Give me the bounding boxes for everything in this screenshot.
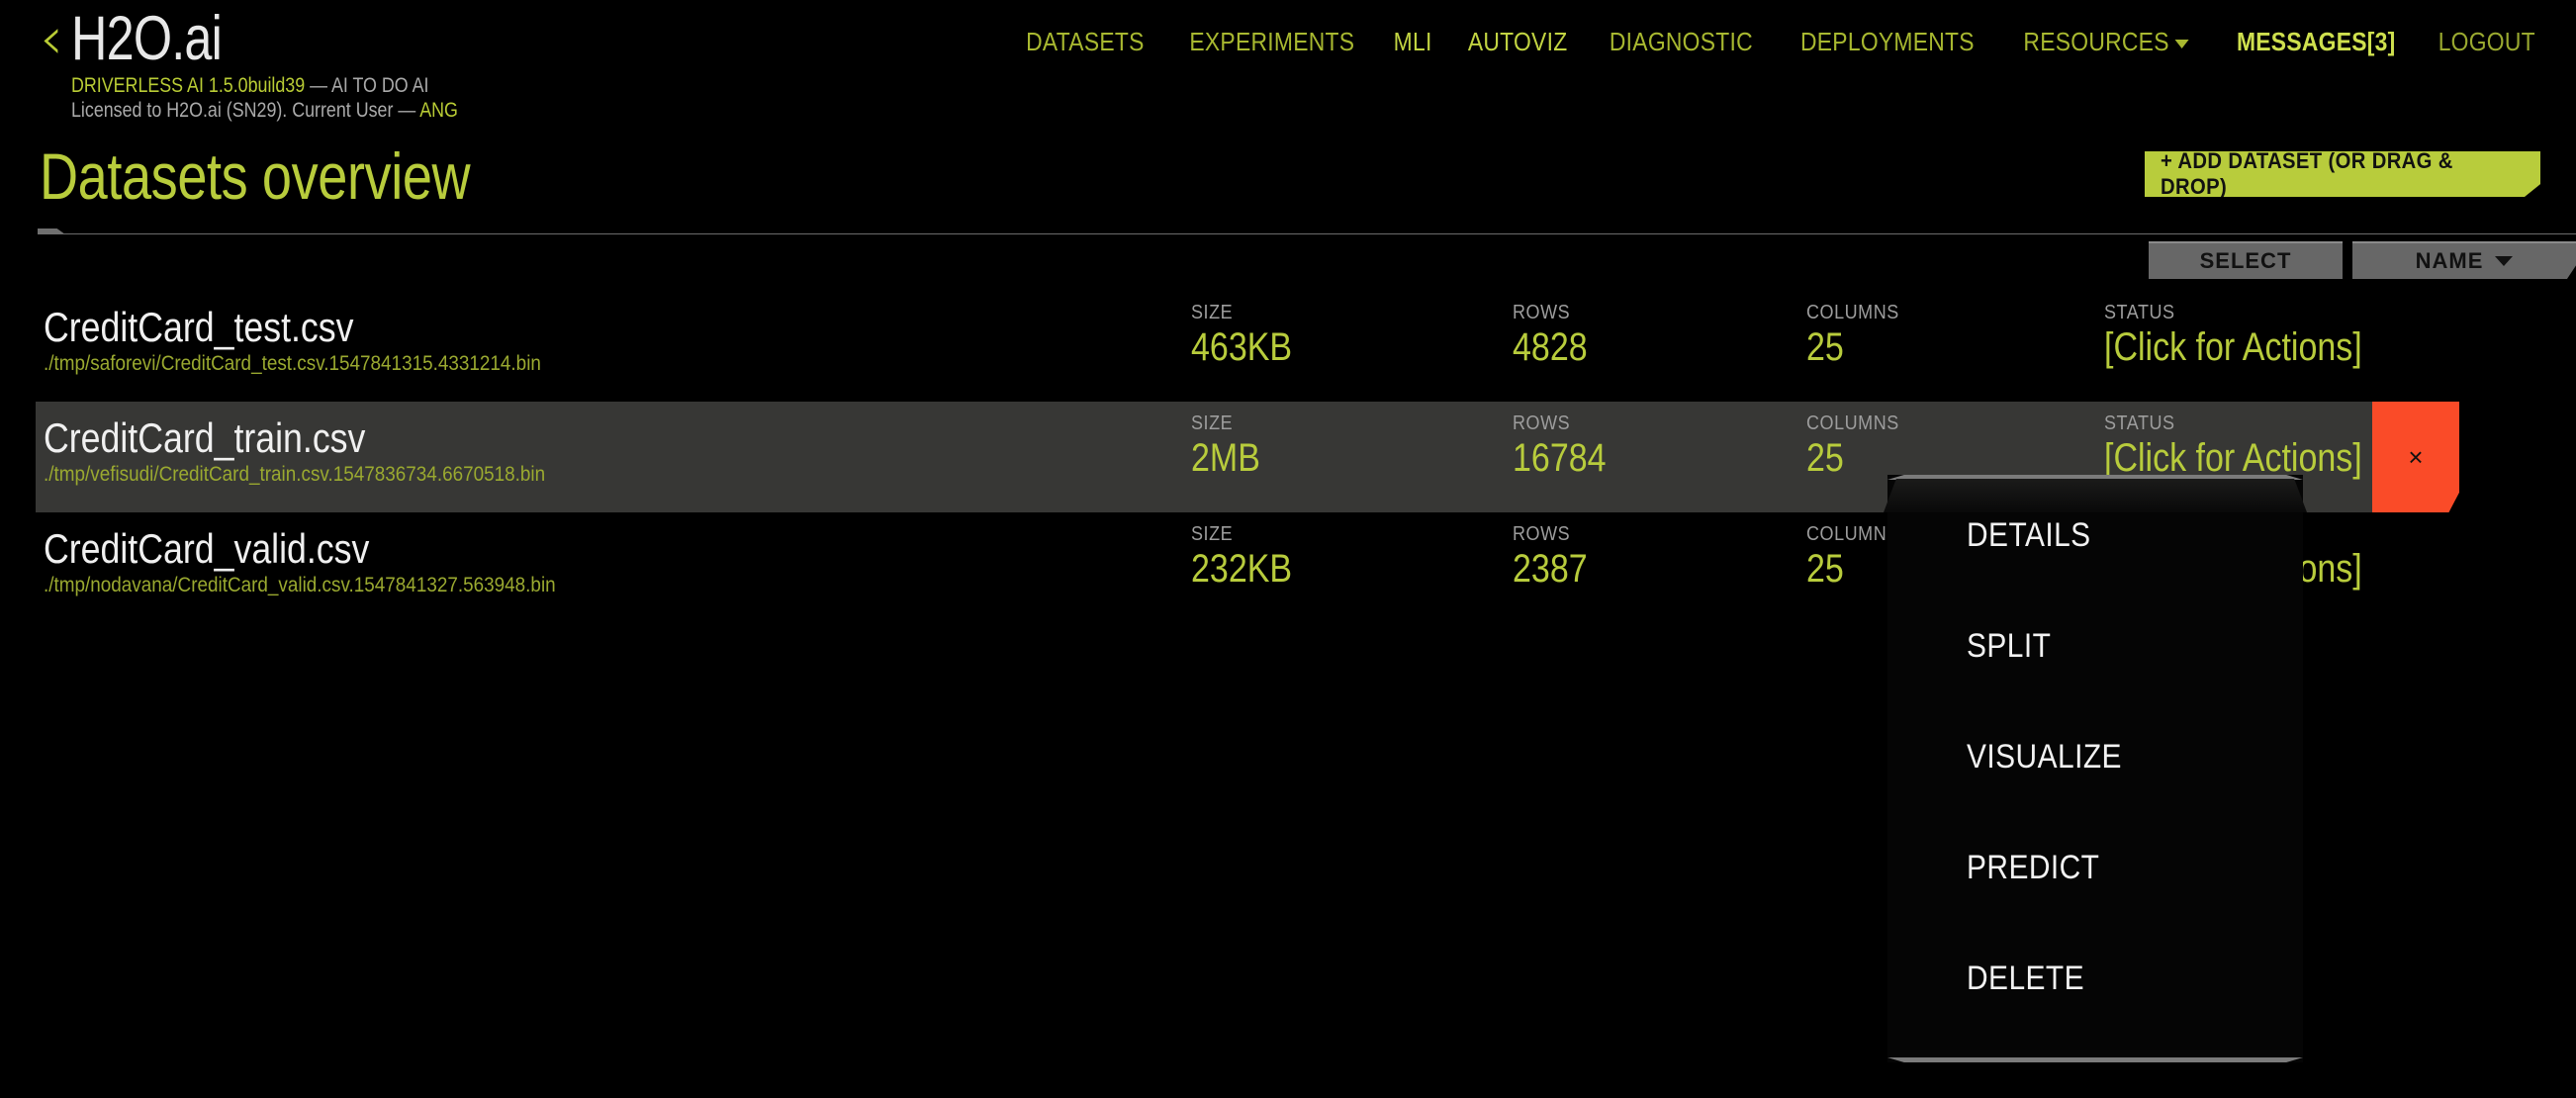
dataset-actions-menu: DETAILS SPLIT VISUALIZE PREDICT DELETE bbox=[1884, 475, 2307, 1062]
dataset-path: ./tmp/nodavana/CreditCard_valid.csv.1547… bbox=[44, 574, 556, 596]
menu-item-details-label: DETAILS bbox=[1967, 515, 2091, 554]
app-header: ‹ H2O.ai DRIVERLESS AI 1.5.0build39 — AI… bbox=[0, 0, 2576, 138]
dataset-rows-value: 4828 bbox=[1513, 325, 1588, 369]
select-button-label: SELECT bbox=[2199, 248, 2292, 273]
column-header-rows: ROWS bbox=[1513, 302, 1571, 323]
dataset-rows-value: 2387 bbox=[1513, 547, 1588, 591]
divider-tab bbox=[38, 229, 65, 234]
dataset-columns-value: 25 bbox=[1806, 547, 1844, 591]
chevron-down-icon bbox=[2495, 256, 2514, 266]
dataset-columns-value: 25 bbox=[1806, 436, 1844, 480]
dataset-name: CreditCard_valid.csv bbox=[44, 525, 370, 572]
nav-item-datasets[interactable]: DATASETS bbox=[1026, 27, 1145, 57]
row-content: CreditCard_test.csv ./tmp/saforevi/Credi… bbox=[44, 291, 2548, 402]
nav-item-logout[interactable]: LOGOUT bbox=[2438, 27, 2535, 57]
brand-block: ‹ H2O.ai DRIVERLESS AI 1.5.0build39 — AI… bbox=[40, 8, 526, 123]
column-header-status: STATUS bbox=[2104, 412, 2175, 434]
nav-item-deployments[interactable]: DEPLOYMENTS bbox=[1800, 27, 1975, 57]
column-header-size: SIZE bbox=[1191, 523, 1234, 545]
menu-item-visualize[interactable]: VISUALIZE bbox=[1887, 701, 2303, 812]
brand-license: Licensed to H2O.ai (SN29). Current User … bbox=[71, 99, 420, 122]
page-title: Datasets overview bbox=[40, 139, 471, 213]
menu-item-predict-label: PREDICT bbox=[1967, 848, 2100, 886]
select-button[interactable]: SELECT bbox=[2149, 243, 2343, 279]
brand-tagline: — AI TO DO AI bbox=[305, 74, 429, 97]
dataset-path: ./tmp/vefisudi/CreditCard_train.csv.1547… bbox=[44, 463, 546, 486]
menu-items: DETAILS SPLIT VISUALIZE PREDICT DELETE bbox=[1887, 480, 2303, 1034]
column-header-columns: COLUMNS bbox=[1806, 302, 1899, 323]
nav-item-experiments[interactable]: EXPERIMENTS bbox=[1189, 27, 1354, 57]
menu-item-split-label: SPLIT bbox=[1967, 626, 2052, 665]
sort-button-top-edge bbox=[2352, 241, 2576, 243]
list-toolbar: SELECT NAME bbox=[0, 241, 2576, 279]
dataset-size-value: 463KB bbox=[1191, 325, 1293, 369]
close-icon: × bbox=[2408, 441, 2424, 472]
page-title-row: Datasets overview + ADD DATASET (OR DRAG… bbox=[0, 138, 2576, 218]
add-dataset-button[interactable]: + ADD DATASET (OR DRAG & DROP) bbox=[2145, 151, 2540, 197]
menu-item-predict[interactable]: PREDICT bbox=[1887, 812, 2303, 923]
nav-item-mli[interactable]: MLI bbox=[1394, 27, 1432, 57]
column-header-size: SIZE bbox=[1191, 302, 1234, 323]
column-header-size: SIZE bbox=[1191, 412, 1234, 434]
brand-license-line: Licensed to H2O.ai (SN29). Current User … bbox=[71, 98, 458, 123]
sort-by-name-label: NAME bbox=[2415, 248, 2484, 273]
menu-bottom-border bbox=[1887, 1057, 2303, 1062]
brand-title: H2O.ai bbox=[71, 4, 223, 73]
divider-line bbox=[38, 233, 2576, 234]
nav-item-messages[interactable]: MESSAGES[3] bbox=[2237, 27, 2396, 57]
nav-item-diagnostic[interactable]: DIAGNOSTIC bbox=[1610, 27, 1753, 57]
dataset-columns-value: 25 bbox=[1806, 325, 1844, 369]
back-chevron-icon[interactable]: ‹ bbox=[40, 9, 63, 68]
dataset-size-cell: SIZE 2MB bbox=[1191, 412, 1272, 481]
sort-by-name-button[interactable]: NAME bbox=[2352, 243, 2576, 279]
menu-item-visualize-label: VISUALIZE bbox=[1967, 737, 2122, 776]
nav-item-resources[interactable]: RESOURCES bbox=[2023, 27, 2189, 57]
table-row[interactable]: CreditCard_test.csv ./tmp/saforevi/Credi… bbox=[0, 291, 2576, 402]
menu-item-split[interactable]: SPLIT bbox=[1887, 591, 2303, 701]
dataset-columns-cell: COLUMNS 25 bbox=[1806, 412, 1909, 481]
main-nav: DATASETS EXPERIMENTS MLI AUTOVIZ DIAGNOS… bbox=[1018, 27, 2542, 57]
column-header-status: STATUS bbox=[2104, 302, 2175, 323]
dataset-status-cell[interactable]: STATUS [Click for Actions] bbox=[2104, 301, 2408, 370]
dataset-rows-value: 16784 bbox=[1513, 436, 1607, 480]
column-header-rows: ROWS bbox=[1513, 412, 1571, 434]
dataset-size-cell: SIZE 463KB bbox=[1191, 301, 1310, 370]
nav-item-autoviz[interactable]: AUTOVIZ bbox=[1467, 27, 1567, 57]
dataset-size-value: 2MB bbox=[1191, 436, 1260, 480]
chevron-down-icon bbox=[2174, 39, 2189, 48]
menu-item-delete[interactable]: DELETE bbox=[1887, 923, 2303, 1034]
dataset-rows-cell: ROWS 16784 bbox=[1513, 412, 1622, 481]
dataset-status-value[interactable]: [Click for Actions] bbox=[2104, 324, 2362, 370]
menu-item-details[interactable]: DETAILS bbox=[1887, 480, 2303, 591]
dataset-path: ./tmp/saforevi/CreditCard_test.csv.15478… bbox=[44, 352, 541, 375]
dataset-rows-cell: ROWS 4828 bbox=[1513, 301, 1601, 370]
dataset-name: CreditCard_test.csv bbox=[44, 304, 354, 350]
brand-version: DRIVERLESS AI 1.5.0build39 bbox=[71, 74, 306, 97]
add-dataset-label: + ADD DATASET (OR DRAG & DROP) bbox=[2161, 148, 2453, 199]
column-header-columns: COLUMNS bbox=[1806, 412, 1899, 434]
nav-item-resources-label: RESOURCES bbox=[2022, 27, 2169, 56]
delete-dataset-button[interactable]: × bbox=[2372, 402, 2459, 512]
column-header-rows: ROWS bbox=[1513, 523, 1571, 545]
brand-text: H2O.ai DRIVERLESS AI 1.5.0build39 — AI T… bbox=[71, 8, 526, 123]
dataset-rows-cell: ROWS 2387 bbox=[1513, 522, 1601, 592]
dataset-columns-cell: COLUMNS 25 bbox=[1806, 301, 1909, 370]
dataset-size-cell: SIZE 232KB bbox=[1191, 522, 1310, 592]
brand-version-line: DRIVERLESS AI 1.5.0build39 — AI TO DO AI bbox=[71, 73, 458, 98]
brand-current-user: ANG bbox=[419, 99, 458, 122]
dataset-status-cell[interactable]: STATUS [Click for Actions] bbox=[2104, 412, 2408, 481]
menu-item-delete-label: DELETE bbox=[1967, 959, 2085, 997]
dataset-size-value: 232KB bbox=[1191, 547, 1293, 591]
section-divider bbox=[0, 218, 2576, 243]
dataset-name: CreditCard_train.csv bbox=[44, 414, 366, 461]
column-header-columns: COLUMNS bbox=[1806, 523, 1899, 545]
datasets-overview-page: ‹ H2O.ai DRIVERLESS AI 1.5.0build39 — AI… bbox=[0, 0, 2576, 1098]
